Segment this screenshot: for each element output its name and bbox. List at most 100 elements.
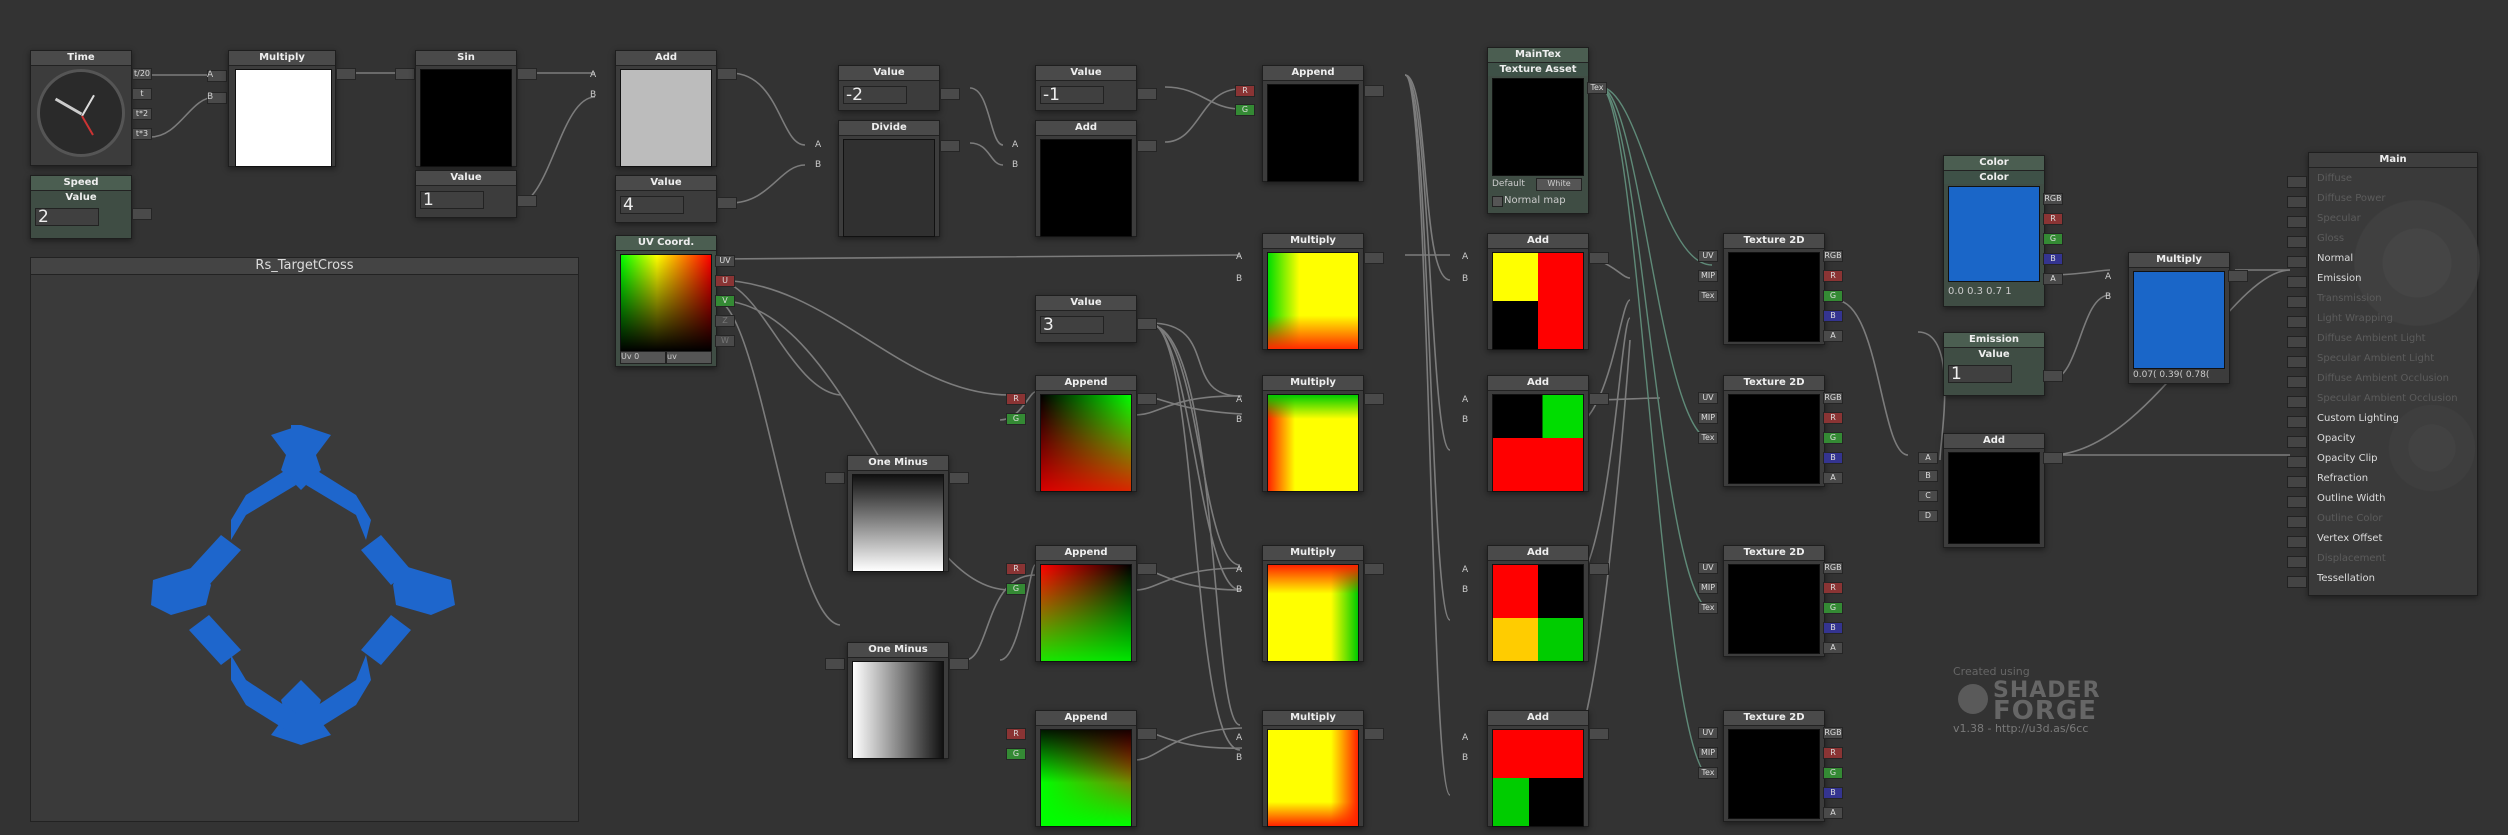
value1-node[interactable]: Value 1 [415,170,517,218]
main-input-pin[interactable] [2287,396,2307,408]
main-input-pin[interactable] [2287,296,2307,308]
append-row2-node[interactable]: Append [1035,545,1137,662]
sin-node[interactable]: Sin [415,50,517,167]
color-output-a[interactable]: A [2043,273,2063,285]
uv-select[interactable]: uv [666,351,712,364]
color-node[interactable]: Color Color 0.0 0.3 0.7 1 [1943,155,2045,307]
tex2d-0-output-rgb[interactable]: RGB [1823,250,1843,262]
main-input-pin[interactable] [2287,476,2307,488]
add-row3-node[interactable]: Add [1487,710,1589,827]
tex2d-1-output-rgb[interactable]: RGB [1823,392,1843,404]
main-input-row[interactable]: Custom Lighting [2287,413,2399,432]
main-input-pin[interactable] [2287,336,2307,348]
uv-channel-label[interactable]: Uv 0 [620,351,666,364]
emission-node[interactable]: Emission Value 1 [1943,332,2045,396]
add2-output[interactable] [1137,140,1157,152]
color-output-g[interactable]: G [2043,233,2063,245]
add-final-output[interactable] [2043,452,2063,464]
value3-output[interactable] [1137,318,1157,330]
main-input-row[interactable]: Specular Ambient Light [2287,353,2434,372]
multiply-final-output[interactable] [2228,270,2248,282]
main-input-row[interactable]: Displacement [2287,553,2386,572]
uv-output-v[interactable]: V [715,295,735,307]
value3-field[interactable]: 3 [1040,316,1104,334]
append-row3-input-r[interactable]: R [1006,728,1026,740]
multiply-row3-output[interactable] [1364,728,1384,740]
divide-node[interactable]: Divide [838,120,940,237]
main-input-row[interactable]: Normal [2287,253,2353,272]
multiply-row1-output[interactable] [1364,393,1384,405]
tex2d-3-input-uv[interactable]: UV [1698,727,1718,739]
tex2d-2-output-a[interactable]: A [1823,642,1843,654]
maintex-node[interactable]: MainTex Texture Asset Default White Norm… [1487,47,1589,214]
tex2d-3-output-a[interactable]: A [1823,807,1843,819]
tex2d-0-output-a[interactable]: A [1823,330,1843,342]
tex2d-3-output-rgb[interactable]: RGB [1823,727,1843,739]
normal-map-checkbox[interactable] [1492,196,1503,207]
main-input-row[interactable]: Outline Width [2287,493,2385,512]
add-final-input-a[interactable]: A [1918,452,1938,464]
tex2d-2-output-r[interactable]: R [1823,582,1843,594]
tex2d-3-input-mip[interactable]: MIP [1698,747,1718,759]
tex2d-2-output-b[interactable]: B [1823,622,1843,634]
append-top-input-r[interactable]: R [1235,85,1255,97]
main-input-pin[interactable] [2287,556,2307,568]
color-swatch[interactable] [1948,186,2040,282]
value-neg2-field[interactable]: -2 [843,86,907,104]
append-top-input-g[interactable]: G [1235,104,1255,116]
main-input-pin[interactable] [2287,196,2307,208]
default-select[interactable]: White [1536,178,1582,191]
main-input-pin[interactable] [2287,416,2307,428]
speed-node[interactable]: Speed Value 2 [30,175,132,239]
main-input-row[interactable]: Specular Ambient Occlusion [2287,393,2458,412]
oneminus1-output[interactable] [949,472,969,484]
tex2d-2-input-mip[interactable]: MIP [1698,582,1718,594]
append-row3-output[interactable] [1137,728,1157,740]
tex2d-2-node[interactable]: Texture 2D [1723,545,1825,657]
main-node[interactable]: Main Diffuse Diffuse Power Specular Gloss No… [2287,152,2497,596]
tex2d-1-input-mip[interactable]: MIP [1698,412,1718,424]
time-output-t2[interactable]: t*2 [132,108,152,120]
value1-output[interactable] [517,195,537,207]
main-input-pin[interactable] [2287,436,2307,448]
emission-value-field[interactable]: 1 [1948,365,2012,383]
value3-node[interactable]: Value 3 [1035,295,1137,343]
main-input-pin[interactable] [2287,456,2307,468]
tex2d-1-output-r[interactable]: R [1823,412,1843,424]
tex2d-2-input-tex[interactable]: Tex [1698,602,1718,614]
tex2d-0-input-uv[interactable]: UV [1698,250,1718,262]
multiply-row2-node[interactable]: Multiply [1262,545,1364,662]
add-final-input-b[interactable]: B [1918,470,1938,482]
multiply1-output[interactable] [336,68,356,80]
append-row1-input-g[interactable]: G [1006,413,1026,425]
add-row1-output[interactable] [1589,393,1609,405]
main-input-row[interactable]: Tessellation [2287,573,2375,592]
append-top-node[interactable]: Append [1262,65,1364,182]
main-input-row[interactable]: Outline Color [2287,513,2382,532]
append-row2-input-r[interactable]: R [1006,563,1026,575]
color-output-r[interactable]: R [2043,213,2063,225]
uvcoord-node[interactable]: UV Coord. Uv 0 uv [615,235,717,367]
main-input-row[interactable]: Opacity [2287,433,2355,452]
value1-field[interactable]: 1 [420,191,484,209]
oneminus1-node[interactable]: One Minus [847,455,949,572]
tex2d-0-input-tex[interactable]: Tex [1698,290,1718,302]
multiply-final-node[interactable]: Multiply 0.07( 0.39( 0.78( [2128,252,2230,384]
main-input-pin[interactable] [2287,536,2307,548]
append-row1-output[interactable] [1137,393,1157,405]
time-node[interactable]: Time [30,50,132,166]
main-input-pin[interactable] [2287,356,2307,368]
time-output-t[interactable]: t [132,88,152,100]
tex2d-3-output-b[interactable]: B [1823,787,1843,799]
sin-input[interactable] [395,68,415,80]
main-input-pin[interactable] [2287,516,2307,528]
append-row2-input-g[interactable]: G [1006,583,1026,595]
main-input-row[interactable]: Light Wrapping [2287,313,2393,332]
main-input-pin[interactable] [2287,176,2307,188]
tex2d-1-output-a[interactable]: A [1823,472,1843,484]
multiply-row1-node[interactable]: Multiply [1262,375,1364,492]
value-neg2-output[interactable] [940,88,960,100]
tex2d-3-output-g[interactable]: G [1823,767,1843,779]
add-row0-node[interactable]: Add [1487,233,1589,350]
time-output-t20[interactable]: t/20 [132,68,152,80]
